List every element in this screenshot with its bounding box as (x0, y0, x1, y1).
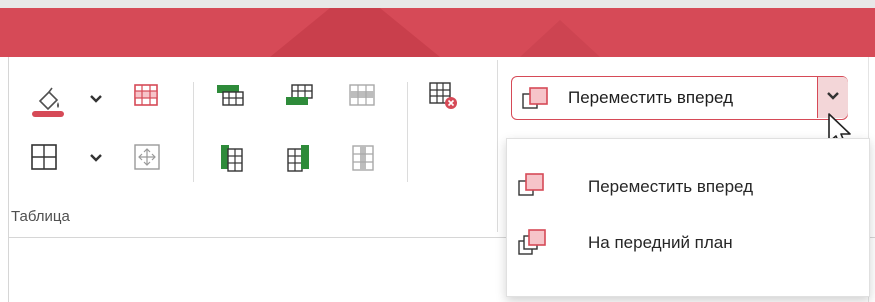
insert-row-above-icon[interactable] (215, 82, 245, 108)
insert-column-left-icon[interactable] (219, 143, 245, 173)
combo-label: Переместить вперед (568, 88, 734, 107)
menu-item-label: Переместить вперед (588, 177, 754, 196)
delete-column-icon[interactable] (350, 143, 376, 173)
borders-icon[interactable] (30, 143, 58, 171)
delete-table-icon[interactable] (428, 80, 458, 110)
table-row-highlight-icon[interactable] (133, 82, 159, 108)
chevron-down-icon (826, 91, 840, 101)
arrange-order-combo[interactable]: Переместить вперед (511, 76, 848, 120)
separator (497, 60, 498, 232)
cell-margins-icon[interactable] (133, 143, 161, 171)
fill-color-icon[interactable] (30, 82, 66, 118)
bring-forward-icon (517, 171, 549, 201)
chevron-down-icon[interactable] (89, 94, 103, 104)
separator (407, 82, 408, 182)
bring-to-front-icon (517, 227, 551, 261)
ribbon-header (0, 0, 875, 57)
header-decoration (270, 8, 600, 57)
arrange-dropdown-menu: Переместить вперед На передний план (506, 138, 870, 297)
insert-column-right-icon[interactable] (286, 143, 312, 173)
separator (193, 82, 194, 182)
frame-edge-left (8, 237, 9, 302)
menu-item-label: На передний план (588, 233, 733, 252)
group-label-table: Таблица (11, 208, 70, 225)
menu-item-bring-to-front[interactable]: На передний план (507, 217, 869, 271)
insert-row-below-icon[interactable] (284, 82, 314, 108)
delete-row-icon[interactable] (347, 82, 377, 108)
chevron-down-icon[interactable] (89, 153, 103, 163)
menu-item-bring-forward[interactable]: Переместить вперед (507, 161, 869, 215)
bring-forward-icon (521, 86, 553, 112)
